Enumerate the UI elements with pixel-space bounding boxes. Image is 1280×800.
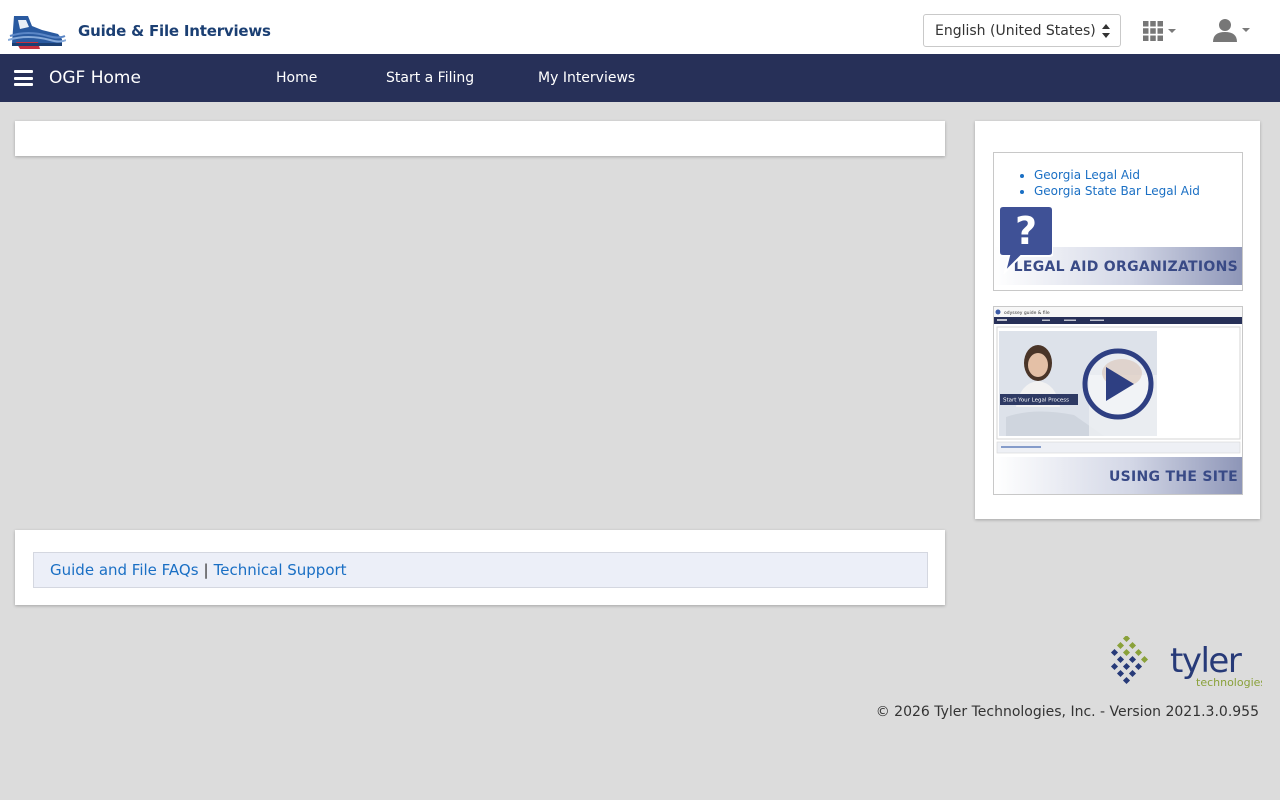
question-bubble-icon: ?	[999, 206, 1053, 274]
main-navbar: OGF Home Home Start a Filing My Intervie…	[0, 54, 1280, 102]
tyler-brand-subtext: technologies	[1196, 676, 1262, 688]
georgia-legal-aid-link[interactable]: Georgia Legal Aid	[1034, 168, 1140, 182]
chevron-down-icon	[1242, 28, 1250, 32]
legal-aid-list: Georgia Legal Aid Georgia State Bar Lega…	[1034, 167, 1200, 199]
user-icon	[1213, 19, 1237, 42]
sidebar-panel: Georgia Legal Aid Georgia State Bar Lega…	[975, 121, 1260, 519]
chevron-down-icon	[1168, 29, 1176, 33]
list-item: Georgia Legal Aid	[1034, 167, 1200, 183]
technical-support-link[interactable]: Technical Support	[214, 561, 347, 579]
svg-text:?: ?	[1015, 209, 1037, 253]
thumbnail-caption: Start Your Legal Process	[1003, 398, 1069, 404]
list-item: Georgia State Bar Legal Aid	[1034, 183, 1200, 199]
video-thumbnail[interactable]: odyssey guide & file Start Your Legal Pr…	[994, 307, 1242, 457]
tyler-brand-text: tyler	[1170, 641, 1242, 681]
using-the-site-banner-label: USING THE SITE	[1108, 469, 1238, 485]
hamburger-icon[interactable]	[14, 70, 33, 86]
link-separator: |	[203, 561, 209, 579]
copyright-text: © 2026 Tyler Technologies, Inc. - Versio…	[875, 704, 1259, 720]
nav-title: OGF Home	[49, 68, 141, 88]
using-the-site-banner[interactable]: USING THE SITE	[994, 457, 1242, 494]
apps-grid-icon	[1143, 21, 1163, 41]
tyler-logo-icon: tyler technologies	[1110, 636, 1262, 688]
main-links-panel: Guide and File FAQs | Technical Support	[15, 530, 945, 605]
select-arrows-icon	[1102, 24, 1110, 38]
shoe-logo-icon	[8, 16, 66, 49]
apps-menu-button[interactable]	[1143, 20, 1183, 42]
thumbnail-app-title: odyssey guide & file	[1004, 310, 1050, 316]
language-select-value: English (United States)	[935, 22, 1096, 39]
logo-text: Guide & File Interviews	[78, 22, 271, 40]
main-content-panel	[15, 121, 945, 156]
nav-link-my-interviews[interactable]: My Interviews	[538, 70, 635, 86]
legal-aid-card: Georgia Legal Aid Georgia State Bar Lega…	[993, 152, 1243, 291]
nav-link-home[interactable]: Home	[276, 70, 317, 86]
top-header: Guide & File Interviews English (United …	[0, 0, 1280, 54]
nav-link-start-filing[interactable]: Start a Filing	[386, 70, 474, 86]
language-select[interactable]: English (United States)	[923, 14, 1121, 47]
georgia-state-bar-legal-aid-link[interactable]: Georgia State Bar Legal Aid	[1034, 184, 1200, 198]
faq-link[interactable]: Guide and File FAQs	[50, 561, 199, 579]
user-menu-button[interactable]	[1213, 16, 1255, 44]
video-screenshot-image: odyssey guide & file Start Your Legal Pr…	[994, 307, 1242, 457]
site-logo[interactable]: Guide & File Interviews	[8, 12, 271, 50]
help-links-bar: Guide and File FAQs | Technical Support	[33, 552, 928, 588]
using-the-site-card[interactable]: odyssey guide & file Start Your Legal Pr…	[993, 306, 1243, 495]
